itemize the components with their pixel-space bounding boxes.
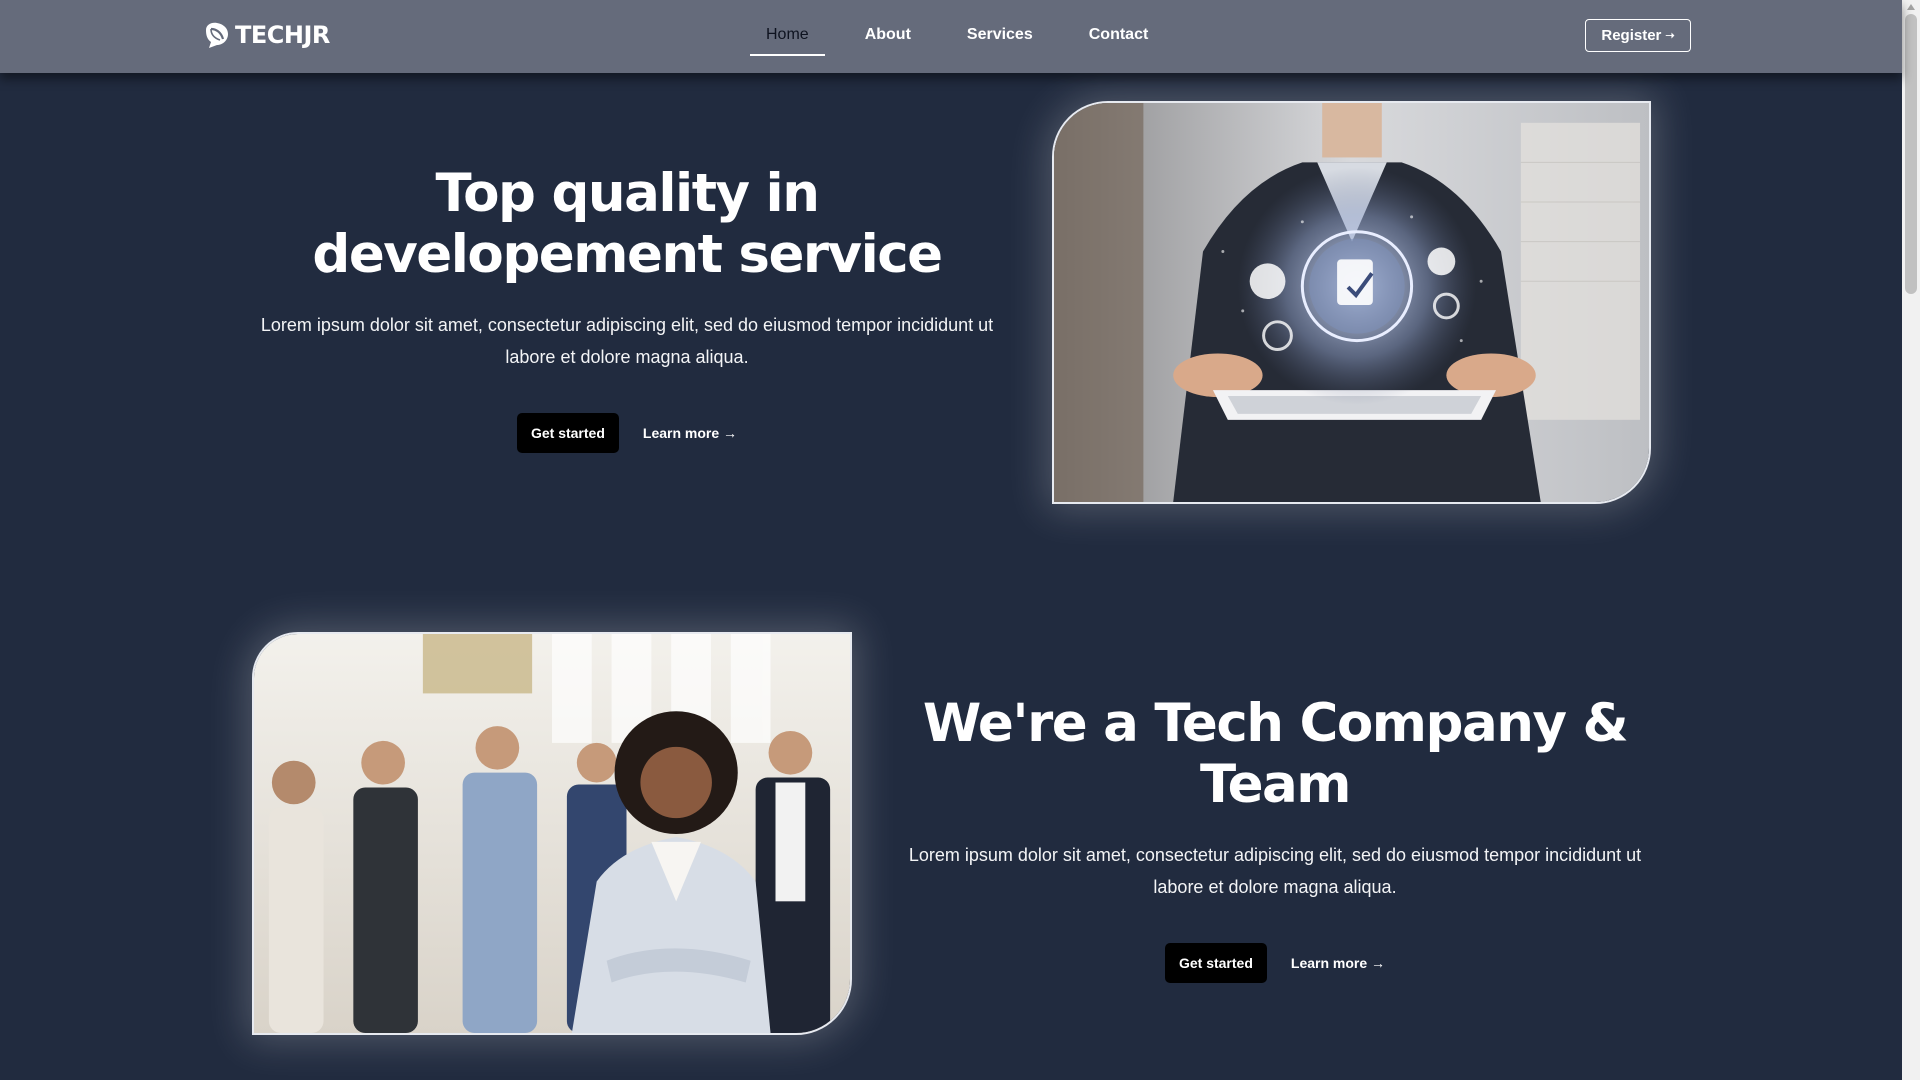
learn-more-link[interactable]: Learn more → <box>643 425 737 441</box>
businessman-tablet-illustration <box>1054 103 1649 502</box>
get-started-button[interactable]: Get started <box>1164 943 1267 983</box>
main-nav: Home About Services Contact <box>750 22 1188 58</box>
leaf-logo-icon <box>206 22 228 48</box>
nav-link-about[interactable]: About <box>849 22 927 54</box>
about-actions: Get started Learn more → <box>900 943 1650 983</box>
hero-actions: Get started Learn more → <box>252 413 1002 453</box>
arrow-right-icon: ➝ <box>1665 30 1675 42</box>
hero-image <box>1052 101 1651 504</box>
about-description: Lorem ipsum dolor sit amet, consectetur … <box>908 845 1642 897</box>
get-started-button[interactable]: Get started <box>516 413 619 453</box>
about-text: We're a Tech Company & Team Lorem ipsum … <box>900 693 1650 983</box>
about-title-line2: Team <box>1199 754 1352 815</box>
hero-title-line2: developement service <box>312 224 943 285</box>
nav-link-services[interactable]: Services <box>951 22 1049 54</box>
page-scrollbar[interactable] <box>1902 0 1920 1080</box>
hero-text: Top quality in developement service Lore… <box>252 163 1002 453</box>
about-title: We're a Tech Company & Team <box>900 693 1650 815</box>
hero-title: Top quality in developement service <box>252 163 1002 285</box>
brand-logo[interactable]: TECHJR <box>203 20 330 50</box>
nav-link-home[interactable]: Home <box>750 22 825 56</box>
about-title-line1: We're a Tech Company & <box>922 693 1629 754</box>
nav-link-contact[interactable]: Contact <box>1073 22 1165 54</box>
hero-title-line1: Top quality in <box>435 163 820 224</box>
register-label: Register <box>1601 27 1662 44</box>
scrollbar-thumb[interactable] <box>1905 14 1917 294</box>
hero-description: Lorem ipsum dolor sit amet, consectetur … <box>260 315 994 367</box>
scroll-up-arrow-icon[interactable] <box>1907 4 1915 10</box>
learn-more-link[interactable]: Learn more → <box>1291 955 1385 971</box>
team-photo-illustration <box>254 634 850 1033</box>
navbar: TECHJR Home About Services Contact Regis… <box>0 0 1902 73</box>
team-image <box>252 632 852 1035</box>
brand-name: TECHJR <box>235 21 330 49</box>
register-button[interactable]: Register ➝ <box>1585 19 1691 52</box>
